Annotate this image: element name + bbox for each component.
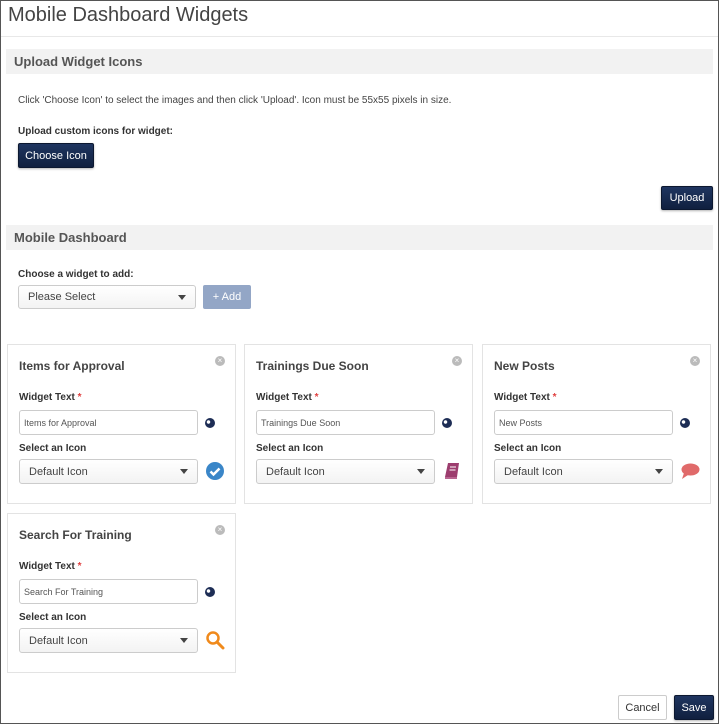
chevron-down-icon <box>180 469 188 474</box>
chevron-down-icon <box>178 294 186 300</box>
widget-card: Trainings Due Soon × Widget Text * Selec… <box>244 344 473 504</box>
widget-card: New Posts × Widget Text * Select an Icon… <box>482 344 711 504</box>
custom-icons-label: Upload custom icons for widget: <box>18 126 174 137</box>
chevron-down-icon <box>180 638 188 643</box>
upload-button[interactable]: Upload <box>661 186 713 210</box>
search-icon <box>206 631 225 650</box>
choose-icon-button[interactable]: Choose Icon <box>18 143 94 168</box>
remove-widget-icon[interactable]: × <box>215 356 225 366</box>
icon-select[interactable]: Default Icon <box>494 459 673 484</box>
add-widget-button[interactable]: + Add <box>203 285 251 309</box>
save-button[interactable]: Save <box>674 695 714 720</box>
check-circle-icon <box>206 462 224 480</box>
divider <box>1 36 718 37</box>
select-icon-label: Select an Icon <box>19 612 87 623</box>
widget-text-input[interactable] <box>19 410 198 435</box>
choose-widget-label: Choose a widget to add: <box>18 269 134 280</box>
globe-icon[interactable] <box>205 418 215 428</box>
widget-card: Search For Training × Widget Text * Sele… <box>7 513 236 673</box>
icon-select[interactable]: Default Icon <box>19 628 198 653</box>
widget-title: New Posts <box>494 359 555 373</box>
chevron-down-icon <box>417 469 425 474</box>
widget-text-label: Widget Text * <box>494 392 557 403</box>
globe-icon[interactable] <box>205 587 215 597</box>
widget-title: Trainings Due Soon <box>256 359 369 373</box>
widget-text-input[interactable] <box>19 579 198 604</box>
widget-title: Items for Approval <box>19 359 125 373</box>
select-icon-label: Select an Icon <box>19 443 87 454</box>
select-icon-label: Select an Icon <box>256 443 324 454</box>
remove-widget-icon[interactable]: × <box>690 356 700 366</box>
widget-title: Search For Training <box>19 528 132 542</box>
cancel-button[interactable]: Cancel <box>618 695 667 720</box>
globe-icon[interactable] <box>442 418 452 428</box>
chevron-down-icon <box>655 469 663 474</box>
book-icon <box>445 463 459 479</box>
widget-select-value: Please Select <box>28 291 96 303</box>
upload-instructions: Click 'Choose Icon' to select the images… <box>18 95 452 106</box>
select-icon-label: Select an Icon <box>494 443 562 454</box>
globe-icon[interactable] <box>680 418 690 428</box>
remove-widget-icon[interactable]: × <box>215 525 225 535</box>
page-title: Mobile Dashboard Widgets <box>8 4 249 26</box>
icon-select[interactable]: Default Icon <box>256 459 435 484</box>
widget-text-label: Widget Text * <box>19 392 82 403</box>
remove-widget-icon[interactable]: × <box>452 356 462 366</box>
widget-text-input[interactable] <box>494 410 673 435</box>
icon-select[interactable]: Default Icon <box>19 459 198 484</box>
widget-card: Items for Approval × Widget Text * Selec… <box>7 344 236 504</box>
dashboard-section-header: Mobile Dashboard <box>6 225 713 250</box>
widget-text-label: Widget Text * <box>19 561 82 572</box>
speech-bubble-icon <box>681 463 700 479</box>
upload-section-header: Upload Widget Icons <box>6 49 713 74</box>
widget-select[interactable]: Please Select <box>18 285 196 309</box>
widget-text-input[interactable] <box>256 410 435 435</box>
widget-text-label: Widget Text * <box>256 392 319 403</box>
